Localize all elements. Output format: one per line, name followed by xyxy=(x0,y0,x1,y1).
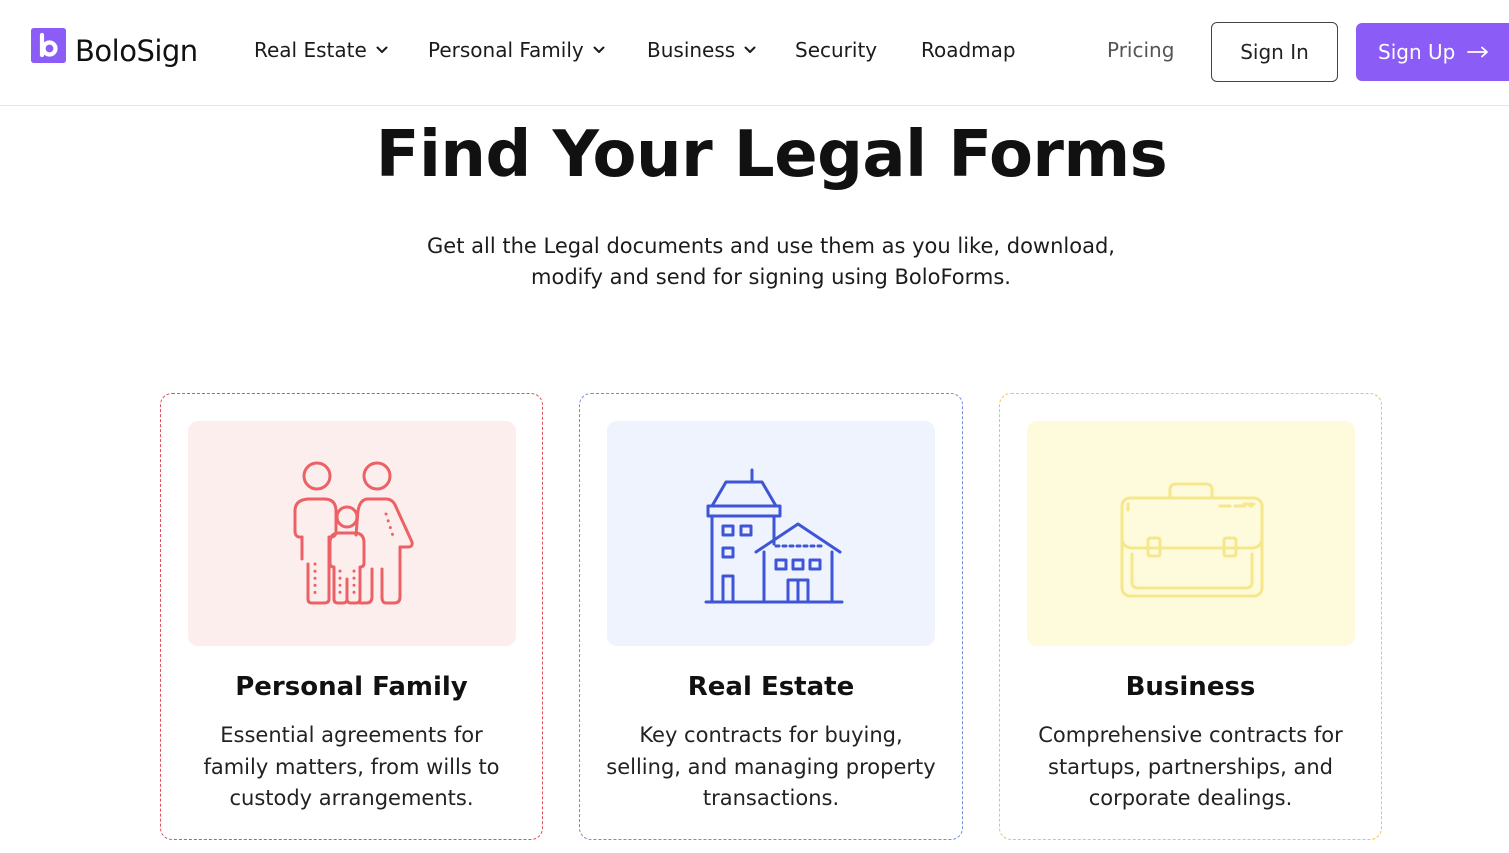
nav-label: Real Estate xyxy=(254,38,367,62)
nav-business[interactable]: Business xyxy=(647,38,756,62)
bolosign-logo-icon xyxy=(31,27,66,63)
family-icon xyxy=(293,461,414,604)
subtitle-line: modify and send for signing using BoloFo… xyxy=(531,265,1011,289)
sign-in-label: Sign In xyxy=(1240,40,1309,64)
nav-pricing-link[interactable]: Pricing xyxy=(1107,38,1174,62)
card-illustration xyxy=(188,421,516,646)
nav-label: Roadmap xyxy=(921,38,1016,62)
page-subtitle: Get all the Legal documents and use them… xyxy=(371,231,1171,293)
page-title: Find Your Legal Forms xyxy=(375,118,1168,192)
card-illustration xyxy=(607,421,935,646)
nav-roadmap[interactable]: Roadmap xyxy=(921,38,1016,62)
arrow-right-icon xyxy=(1467,46,1489,58)
chevron-down-icon xyxy=(376,46,388,53)
brand-logo[interactable]: BoloSign xyxy=(31,27,198,75)
category-card-real-estate[interactable]: Real Estate Key contracts for buying, se… xyxy=(579,393,963,840)
site-header: BoloSign Real Estate Personal Family Bus… xyxy=(0,0,1509,106)
buildings-icon xyxy=(704,468,844,603)
sign-up-button[interactable]: Sign Up xyxy=(1356,23,1509,81)
category-card-business[interactable]: Business Comprehensive contracts for sta… xyxy=(999,393,1382,840)
briefcase-icon xyxy=(1120,482,1264,597)
nav-label: Business xyxy=(647,38,736,62)
card-description: Essential agreements for family matters,… xyxy=(203,723,500,810)
brand-name: BoloSign xyxy=(75,34,198,68)
card-title: Real Estate xyxy=(687,672,855,702)
subtitle-line: Get all the Legal documents and use them… xyxy=(427,234,1115,258)
card-title: Business xyxy=(1125,672,1256,702)
card-description: Comprehensive contracts for startups, pa… xyxy=(1038,723,1343,810)
sign-up-label: Sign Up xyxy=(1378,40,1456,64)
nav-personal-family[interactable]: Personal Family xyxy=(428,38,605,62)
chevron-down-icon xyxy=(593,46,605,53)
nav-label: Security xyxy=(795,38,878,62)
chevron-down-icon xyxy=(744,46,756,53)
card-illustration xyxy=(1027,421,1355,646)
sign-in-button[interactable]: Sign In xyxy=(1211,22,1338,82)
nav-label: Personal Family xyxy=(428,38,584,62)
card-description: Key contracts for buying, selling, and m… xyxy=(606,723,936,810)
card-title: Personal Family xyxy=(235,672,468,702)
nav-real-estate[interactable]: Real Estate xyxy=(254,38,388,62)
nav-security[interactable]: Security xyxy=(795,38,877,62)
category-card-personal-family[interactable]: Personal Family Essential agreements for… xyxy=(160,393,543,840)
